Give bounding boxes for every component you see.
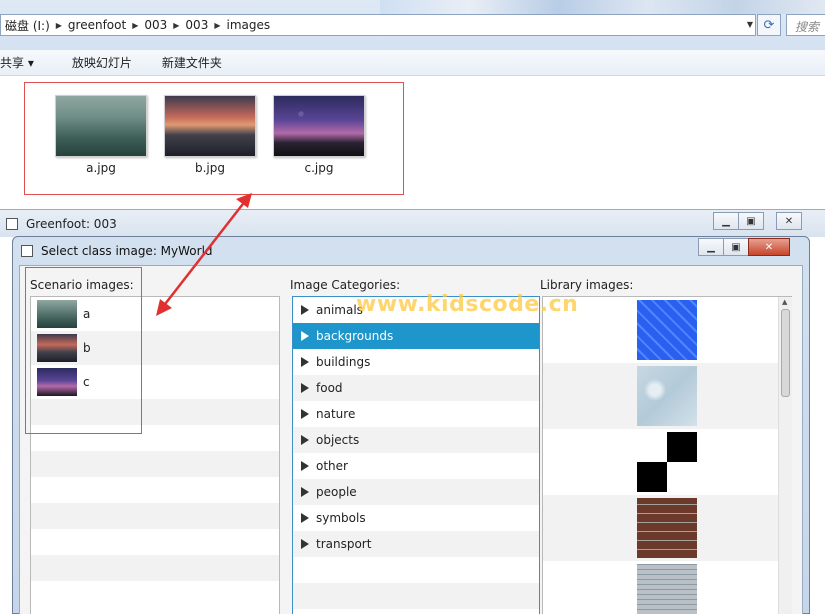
file-name[interactable]: c.jpg [273,161,365,175]
image-categories-label: Image Categories: [290,278,401,292]
checker-image [637,432,697,492]
library-item-checker[interactable] [543,429,791,495]
library-images-label: Library images: [540,278,634,292]
empty-row [293,583,539,609]
brick-image [637,498,697,558]
blue-tiles-image [637,300,697,360]
breadcrumb-003-b[interactable]: 003 [181,18,212,32]
library-item-stone[interactable] [543,561,791,614]
explorer-address-area: 磁盘 (I:) ▶ greenfoot ▶ 003 ▶ 003 ▶ images… [0,0,825,50]
chevron-right-icon[interactable]: ▶ [212,21,222,30]
breadcrumb-images[interactable]: images [222,18,274,32]
category-transport[interactable]: transport [293,531,539,557]
window-controls: ▁ ▣ ✕ [713,212,802,230]
file-thumbnails-highlight: a.jpg b.jpg c.jpg [24,82,404,195]
desktop-background-strip [380,0,825,14]
category-label: backgrounds [316,329,394,343]
slideshow-button[interactable]: 放映幻灯片 [62,54,142,71]
expand-triangle-icon[interactable] [301,435,309,445]
empty-row [31,529,279,555]
photo-thumbnail-a[interactable] [55,95,147,157]
empty-row [31,503,279,529]
breadcrumb-drive[interactable]: 磁盘 (I:) [1,17,54,34]
stone-image [637,564,697,614]
expand-triangle-icon[interactable] [301,487,309,497]
category-people[interactable]: people [293,479,539,505]
expand-triangle-icon[interactable] [301,305,309,315]
chevron-right-icon[interactable]: ▶ [171,21,181,30]
window-title: Greenfoot: 003 [26,216,117,231]
maximize-icon[interactable]: ▣ [723,238,749,256]
address-dropdown-icon[interactable]: ▼ [747,20,753,29]
expand-triangle-icon[interactable] [301,357,309,367]
search-input[interactable]: 搜索 [786,14,825,36]
minimize-icon[interactable]: ▁ [713,212,739,230]
file-item-c[interactable]: c.jpg [273,95,365,175]
library-scrollbar[interactable]: ▲ [778,297,792,614]
empty-row [31,451,279,477]
category-label: food [316,381,343,395]
explorer-toolbar: 共享 ▾ 放映幻灯片 新建文件夹 [0,50,825,76]
category-buildings[interactable]: buildings [293,349,539,375]
category-label: objects [316,433,360,447]
empty-row [31,477,279,503]
photo-thumbnail-b[interactable] [164,95,256,157]
minimize-icon[interactable]: ▁ [698,238,724,256]
expand-triangle-icon[interactable] [301,461,309,471]
maximize-icon[interactable]: ▣ [738,212,764,230]
file-item-a[interactable]: a.jpg [55,95,147,175]
category-label: symbols [316,511,366,525]
file-name[interactable]: a.jpg [55,161,147,175]
category-label: nature [316,407,356,421]
close-icon[interactable]: ✕ [776,212,802,230]
chevron-right-icon[interactable]: ▶ [130,21,140,30]
category-food[interactable]: food [293,375,539,401]
empty-row [293,557,539,583]
expand-triangle-icon[interactable] [301,331,309,341]
category-objects[interactable]: objects [293,427,539,453]
expand-triangle-icon[interactable] [301,409,309,419]
category-nature[interactable]: nature [293,401,539,427]
chevron-right-icon[interactable]: ▶ [54,21,64,30]
file-item-b[interactable]: b.jpg [164,95,256,175]
file-name[interactable]: b.jpg [164,161,256,175]
greenfoot-titlebar: Greenfoot: 003 ▁ ▣ ✕ [0,209,825,237]
expand-triangle-icon[interactable] [301,513,309,523]
new-folder-button[interactable]: 新建文件夹 [152,54,232,71]
refresh-icon[interactable]: ⟳ [757,14,781,36]
category-label: transport [316,537,372,551]
watermark: www.kidscode.cn [356,292,579,317]
category-label: people [316,485,357,499]
library-images-list[interactable] [542,296,792,614]
library-item-brick[interactable] [543,495,791,561]
category-symbols[interactable]: symbols [293,505,539,531]
dialog-title: Select class image: MyWorld [41,244,213,258]
scroll-up-icon[interactable]: ▲ [782,298,787,306]
library-item-snow[interactable] [543,363,791,429]
close-icon[interactable]: ✕ [748,238,790,256]
category-label: buildings [316,355,371,369]
dialog-icon [21,245,33,257]
share-button[interactable]: 共享 ▾ [0,54,44,71]
address-bar[interactable]: 磁盘 (I:) ▶ greenfoot ▶ 003 ▶ 003 ▶ images… [0,14,756,36]
window-icon [6,217,18,230]
breadcrumb-003-a[interactable]: 003 [140,18,171,32]
library-item-blue-tiles[interactable] [543,297,791,363]
scroll-thumb[interactable] [781,309,790,397]
category-backgrounds[interactable]: backgrounds [293,323,539,349]
dialog-controls: ▁ ▣ ✕ [698,238,790,256]
breadcrumb-greenfoot[interactable]: greenfoot [64,18,130,32]
photo-thumbnail-c[interactable] [273,95,365,157]
empty-row [31,555,279,581]
category-label: other [316,459,348,473]
image-categories-list[interactable]: animals backgrounds buildings food natur… [292,296,540,614]
expand-triangle-icon[interactable] [301,383,309,393]
scenario-images-highlight [25,267,142,434]
snow-image [637,366,697,426]
expand-triangle-icon[interactable] [301,539,309,549]
dialog-titlebar: Select class image: MyWorld [13,237,809,265]
category-other[interactable]: other [293,453,539,479]
